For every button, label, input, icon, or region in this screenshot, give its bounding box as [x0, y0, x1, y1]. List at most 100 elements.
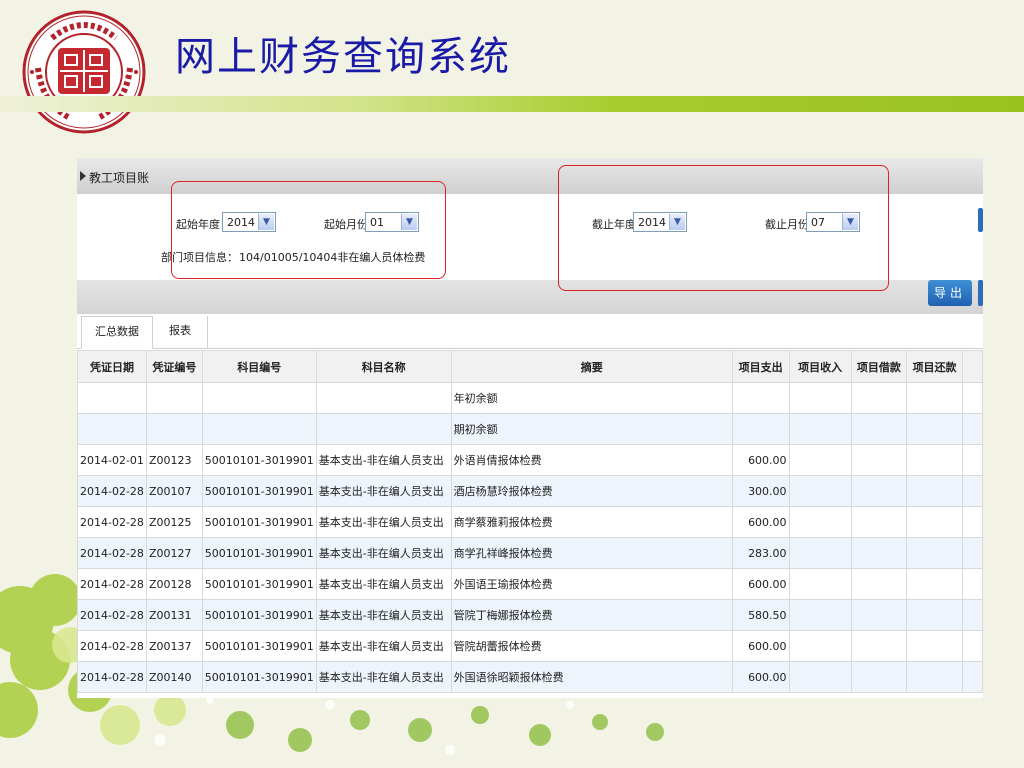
col-header-loan[interactable]: 项目借款 — [850, 350, 907, 383]
cell-account-name: 基本支出-非在编人员支出 — [315, 568, 452, 600]
cell-expense: 600.00 — [731, 444, 790, 476]
cell-account-name: 基本支出-非在编人员支出 — [315, 537, 452, 569]
end-period-highlight — [558, 165, 889, 291]
tab-summary[interactable]: 汇总数据 — [81, 316, 153, 349]
table-row[interactable]: 2014-02-01 Z00123 50010101-3019901 基本支出-非在编… — [77, 444, 983, 476]
cell-expense: 600.00 — [731, 661, 790, 693]
cell-income — [788, 630, 852, 662]
start-period-highlight — [171, 181, 446, 279]
col-header-voucher[interactable]: 凭证编号 — [145, 350, 203, 383]
cell-date: 2014-02-28 — [77, 661, 147, 693]
header-divider — [0, 96, 1024, 112]
slide-title: 网上财务查询系统 — [175, 34, 511, 80]
table-row[interactable]: 2014-02-28 Z00140 50010101-3019901 基本支出-非在编… — [77, 661, 983, 693]
cell-income — [788, 661, 852, 693]
cell-income — [788, 413, 852, 445]
col-header-income[interactable]: 项目收入 — [788, 350, 852, 383]
cell-account-name: 基本支出-非在编人员支出 — [315, 475, 452, 507]
cell-income — [788, 475, 852, 507]
cell-date: 2014-02-28 — [77, 599, 147, 631]
cell-account-code: 50010101-3019901 — [201, 444, 317, 476]
cell-income — [788, 382, 852, 414]
table-row[interactable]: 2014-02-28 Z00127 50010101-3019901 基本支出-非在编… — [77, 537, 983, 569]
cell-extra — [962, 599, 983, 631]
cell-summary: 外语肖倩报体检费 — [450, 444, 733, 476]
cell-summary: 管院丁梅娜报体检费 — [450, 599, 733, 631]
cell-expense: 600.00 — [731, 506, 790, 538]
cell-voucher: Z00107 — [145, 475, 203, 507]
cell-account-code: 50010101-3019901 — [201, 568, 317, 600]
cell-repay — [905, 537, 964, 569]
cell-voucher: Z00131 — [145, 599, 203, 631]
cell-income — [788, 506, 852, 538]
cell-loan — [850, 661, 907, 693]
table-row[interactable]: 2014-02-28 Z00107 50010101-3019901 基本支出-非在编… — [77, 475, 983, 507]
col-header-repay[interactable]: 项目还款 — [905, 350, 964, 383]
query-button-edge[interactable] — [978, 208, 983, 232]
cell-account-name: 基本支出-非在编人员支出 — [315, 444, 452, 476]
col-header-account-code[interactable]: 科目编号 — [201, 350, 317, 383]
cell-date: 2014-02-28 — [77, 568, 147, 600]
cell-repay — [905, 444, 964, 476]
cell-summary: 商学孔祥峰报体检费 — [450, 537, 733, 569]
cell-extra — [962, 630, 983, 662]
cell-voucher — [145, 382, 203, 414]
cell-income — [788, 444, 852, 476]
col-header-extra — [962, 350, 983, 383]
cell-loan — [850, 444, 907, 476]
cell-summary: 酒店杨慧玲报体检费 — [450, 475, 733, 507]
col-header-date[interactable]: 凭证日期 — [77, 350, 147, 383]
col-header-account-name[interactable]: 科目名称 — [315, 350, 452, 383]
cell-summary: 外国语王瑜报体检费 — [450, 568, 733, 600]
export-button[interactable]: 导出 — [928, 280, 972, 306]
cell-summary: 管院胡蕾报体检费 — [450, 630, 733, 662]
cell-date: 2014-02-01 — [77, 444, 147, 476]
cell-extra — [962, 506, 983, 538]
cell-voucher: Z00128 — [145, 568, 203, 600]
cell-voucher — [145, 413, 203, 445]
col-header-expense[interactable]: 项目支出 — [731, 350, 790, 383]
cell-repay — [905, 475, 964, 507]
cell-account-code: 50010101-3019901 — [201, 475, 317, 507]
cell-account-name — [315, 382, 452, 414]
cell-account-code: 50010101-3019901 — [201, 661, 317, 693]
cell-voucher: Z00140 — [145, 661, 203, 693]
cell-repay — [905, 506, 964, 538]
table-row[interactable]: 年初余额 — [77, 382, 983, 414]
table-row[interactable]: 2014-02-28 Z00131 50010101-3019901 基本支出-非在编… — [77, 599, 983, 631]
cell-account-code: 50010101-3019901 — [201, 506, 317, 538]
cell-loan — [850, 382, 907, 414]
cell-summary: 年初余额 — [450, 382, 733, 414]
cell-extra — [962, 568, 983, 600]
table-row[interactable]: 2014-02-28 Z00128 50010101-3019901 基本支出-非在编… — [77, 568, 983, 600]
cell-expense: 580.50 — [731, 599, 790, 631]
col-header-summary[interactable]: 摘要 — [450, 350, 733, 383]
cell-account-name: 基本支出-非在编人员支出 — [315, 630, 452, 662]
tab-report[interactable]: 报表 — [153, 316, 208, 348]
cell-repay — [905, 661, 964, 693]
university-logo — [22, 10, 146, 134]
cell-date — [77, 382, 147, 414]
cell-account-code: 50010101-3019901 — [201, 599, 317, 631]
table-row[interactable]: 2014-02-28 Z00137 50010101-3019901 基本支出-非在编… — [77, 630, 983, 662]
cell-extra — [962, 475, 983, 507]
ledger-table: 凭证日期 凭证编号 科目编号 科目名称 摘要 项目支出 项目收入 项目借款 项目… — [77, 350, 983, 693]
cell-expense: 283.00 — [731, 537, 790, 569]
cell-repay — [905, 630, 964, 662]
cell-account-name: 基本支出-非在编人员支出 — [315, 661, 452, 693]
cell-date: 2014-02-28 — [77, 630, 147, 662]
cell-voucher: Z00137 — [145, 630, 203, 662]
cell-summary: 商学蔡雅莉报体检费 — [450, 506, 733, 538]
cell-voucher: Z00123 — [145, 444, 203, 476]
cell-account-name: 基本支出-非在编人员支出 — [315, 506, 452, 538]
next-button-edge[interactable] — [978, 280, 983, 306]
cell-account-code: 50010101-3019901 — [201, 630, 317, 662]
cell-expense — [731, 382, 790, 414]
cell-voucher: Z00125 — [145, 506, 203, 538]
cell-expense: 600.00 — [731, 568, 790, 600]
cell-expense: 600.00 — [731, 630, 790, 662]
expand-arrow-icon[interactable] — [80, 171, 86, 181]
table-row[interactable]: 期初余额 — [77, 413, 983, 445]
table-row[interactable]: 2014-02-28 Z00125 50010101-3019901 基本支出-非在编… — [77, 506, 983, 538]
cell-date: 2014-02-28 — [77, 506, 147, 538]
